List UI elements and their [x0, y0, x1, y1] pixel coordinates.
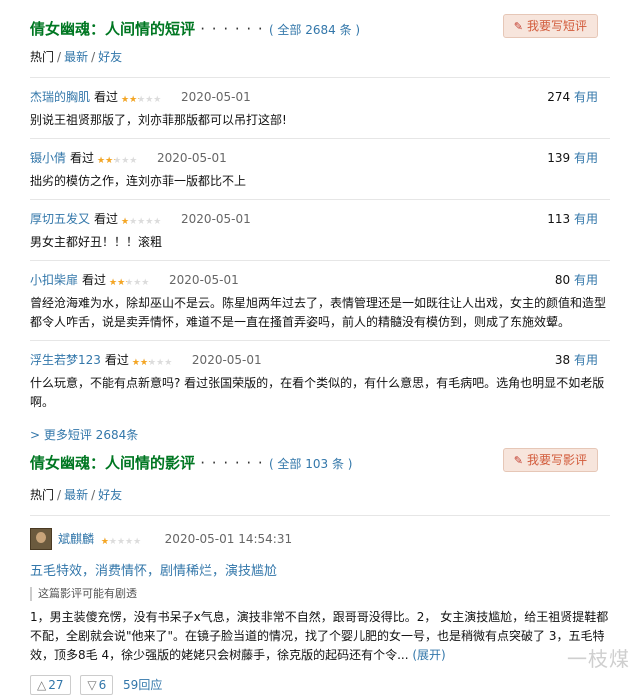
comment-date: 2020-05-01 [181, 212, 251, 226]
short-reviews-count[interactable]: ( 全部 2684 条 ) [269, 23, 360, 37]
pencil-icon: ✎ [513, 454, 523, 467]
comment-body: 曾经沧海难为水，除却巫山不是云。陈星旭两年过去了，表情管理还是一如既往让人出戏，… [30, 296, 607, 329]
up-arrow-icon: △ [37, 678, 47, 692]
tab-friends[interactable]: 好友 [98, 50, 122, 64]
down-arrow-icon: ▽ [87, 678, 97, 692]
comment-header: 杰瑞的胸肌看过★★★★★★★★★★ 2020-05-01 [30, 88, 610, 106]
comment: 镊小倩看过★★★★★★★★★★ 2020-05-01 139 有用拙劣的模仿之作，连… [30, 139, 610, 199]
useful-count: 80 [554, 273, 571, 287]
write-short-review-button[interactable]: ✎ 我要写短评 [502, 14, 598, 38]
comment-author[interactable]: 厚切五发又 [30, 212, 90, 226]
watch-status: 看过 [70, 151, 95, 165]
useful-vote[interactable]: 113 有用 [547, 210, 598, 227]
upvote-count: 27 [48, 678, 64, 692]
useful-label: 有用 [573, 273, 598, 287]
downvote-count: 6 [98, 678, 107, 692]
useful-label: 有用 [573, 151, 598, 165]
rating-stars: ★★★★★★★★★★ [121, 217, 162, 227]
rating-stars: ★★★★★★★★★★ [100, 537, 142, 547]
short-review-item: 浮生若梦123看过★★★★★★★★★★ 2020-05-01 38 有用什么玩意，不… [30, 340, 610, 420]
useful-count: 139 [547, 151, 571, 165]
tab-hot[interactable]: 热门 [30, 50, 54, 64]
comment-body: 什么玩意，不能有点新意吗? 看过张国荣版的，在看个类似的，有什么意思，有毛病吧。… [30, 376, 605, 409]
useful-count: 113 [547, 212, 571, 226]
write-long-review-label: 我要写影评 [526, 453, 587, 467]
replies-link[interactable]: 59回应 [123, 678, 162, 692]
rating-stars: ★★★★★★★★★★ [109, 278, 150, 288]
short-reviews-tabs: 热门 / 最新 / 好友 [30, 50, 123, 64]
long-reviews-count[interactable]: ( 全部 103 条 ) [269, 457, 353, 471]
short-reviews-section: 倩女幽魂：人间情的短评 · · · · · · ( 全部 2684 条 ) ✎ 我… [30, 14, 610, 443]
pencil-icon: ✎ [513, 20, 523, 33]
tab-friends[interactable]: 好友 [98, 488, 122, 502]
comment-header: 镊小倩看过★★★★★★★★★★ 2020-05-01 [30, 149, 610, 167]
title-dots: · · · · · · [200, 454, 264, 472]
useful-vote[interactable]: 80 有用 [555, 271, 598, 288]
short-reviews-heading[interactable]: 倩女幽魂：人间情的短评 [30, 20, 195, 38]
comment-author[interactable]: 镊小倩 [30, 151, 66, 165]
short-review-item: 小扣柴扉看过★★★★★★★★★★ 2020-05-01 80 有用曾经沧海难为水，除… [30, 260, 610, 340]
comment-date: 2020-05-01 [157, 151, 227, 165]
title-dots: · · · · · · [200, 20, 264, 38]
useful-vote[interactable]: 38 有用 [555, 351, 598, 368]
review-excerpt: 1，男主装傻充愣，没有书呆子x气息，演技非常不自然，跟哥哥没得比。2， 女主演技… [30, 610, 609, 662]
comment-header: 厚切五发又看过★★★★★★★★★★ 2020-05-01 [30, 210, 610, 228]
watch-status: 看过 [82, 273, 107, 287]
rating-stars: ★★★★★★★★★★ [131, 358, 173, 368]
more-short-reviews-link[interactable]: > 更多短评 2684条 [30, 426, 610, 443]
comment-header: 浮生若梦123看过★★★★★★★★★★ 2020-05-01 [30, 351, 610, 369]
avatar[interactable] [30, 528, 52, 550]
review-header: 斌麒麟 ★★★★★★★★★★ 2020-05-01 14:54:31 [30, 528, 610, 550]
comment: 小扣柴扉看过★★★★★★★★★★ 2020-05-01 80 有用曾经沧海难为水，除… [30, 261, 610, 340]
review-actions: △ 27 ▽ 6 59回应 [30, 675, 610, 695]
comment-author[interactable]: 杰瑞的胸肌 [30, 90, 90, 104]
useful-label: 有用 [573, 90, 598, 104]
short-review-item: 杰瑞的胸肌看过★★★★★★★★★★ 2020-05-01 274 有用别说王祖贤那版… [30, 77, 610, 138]
comment-body: 男女主都好丑！！！滚粗 [30, 235, 163, 249]
write-short-review-label: 我要写短评 [526, 19, 587, 33]
tab-hot[interactable]: 热门 [30, 488, 54, 502]
review-body: 1，男主装傻充愣，没有书呆子x气息，演技非常不自然，跟哥哥没得比。2， 女主演技… [30, 608, 610, 665]
comment-body: 别说王祖贤那版了，刘亦菲那版都可以吊打这部! [30, 113, 287, 127]
comment-date: 2020-05-01 [181, 90, 251, 104]
tab-latest[interactable]: 最新 [64, 50, 88, 64]
short-review-item: 镊小倩看过★★★★★★★★★★ 2020-05-01 139 有用拙劣的模仿之作，连… [30, 138, 610, 199]
useful-vote[interactable]: 139 有用 [547, 149, 598, 166]
comment-date: 2020-05-01 [191, 353, 262, 367]
write-long-review-button[interactable]: ✎ 我要写影评 [502, 448, 598, 472]
watch-status: 看过 [104, 353, 129, 367]
watermark: 一枝煤 [567, 647, 630, 671]
short-review-list: 杰瑞的胸肌看过★★★★★★★★★★2020-05-01274 有用别说王祖贤那版… [30, 77, 610, 420]
divider [30, 515, 610, 516]
useful-label: 有用 [573, 212, 598, 226]
review-datetime: 2020-05-01 14:54:31 [164, 532, 293, 546]
long-reviews-section: 倩女幽魂：人间情的影评 · · · · · · ( 全部 103 条 ) ✎ 我要… [30, 448, 610, 695]
tab-latest[interactable]: 最新 [64, 488, 88, 502]
comment-author[interactable]: 小扣柴扉 [30, 273, 78, 287]
useful-count: 274 [547, 90, 571, 104]
rating-stars: ★★★★★★★★★★ [97, 156, 138, 166]
short-review-item: 厚切五发又看过★★★★★★★★★★ 2020-05-01 113 有用男女主都好丑！… [30, 199, 610, 260]
comment-body: 拙劣的模仿之作，连刘亦菲一版都比不上 [30, 174, 247, 188]
rating-stars: ★★★★★★★★★★ [121, 95, 162, 105]
spoiler-notice: 这篇影评可能有剧透 [30, 587, 610, 601]
review-author[interactable]: 斌麒麟 [58, 532, 94, 546]
downvote-button[interactable]: ▽ 6 [80, 675, 114, 695]
comment: 厚切五发又看过★★★★★★★★★★ 2020-05-01 113 有用男女主都好丑！… [30, 200, 610, 260]
useful-label: 有用 [573, 353, 598, 367]
comment-author[interactable]: 浮生若梦123 [30, 353, 101, 367]
expand-link[interactable]: (展开) [412, 648, 445, 662]
upvote-button[interactable]: △ 27 [30, 675, 71, 695]
watch-status: 看过 [94, 90, 119, 104]
comment: 浮生若梦123看过★★★★★★★★★★ 2020-05-01 38 有用什么玩意，不… [30, 341, 610, 420]
useful-count: 38 [554, 353, 571, 367]
long-reviews-tabs: 热门 / 最新 / 好友 [30, 488, 123, 502]
comment-header: 小扣柴扉看过★★★★★★★★★★ 2020-05-01 [30, 271, 610, 289]
review-title[interactable]: 五毛特效，消费情怀，剧情稀烂，演技尴尬 [30, 560, 610, 579]
comment-date: 2020-05-01 [169, 273, 239, 287]
watch-status: 看过 [94, 212, 119, 226]
comment: 杰瑞的胸肌看过★★★★★★★★★★ 2020-05-01 274 有用别说王祖贤那版… [30, 78, 610, 138]
useful-vote[interactable]: 274 有用 [547, 88, 598, 105]
long-reviews-heading[interactable]: 倩女幽魂：人间情的影评 [30, 454, 195, 472]
